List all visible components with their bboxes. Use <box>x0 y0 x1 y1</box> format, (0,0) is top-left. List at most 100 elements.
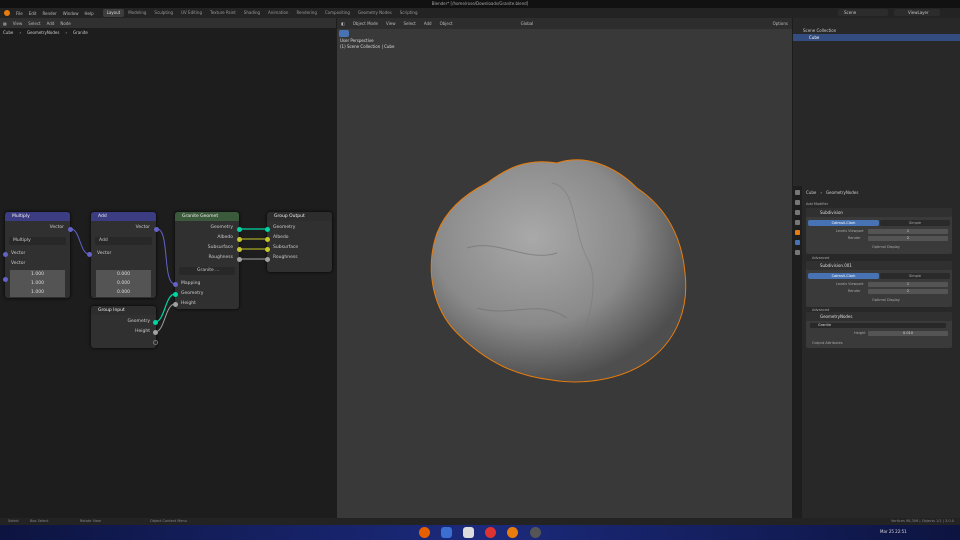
granite-group-node[interactable]: Granite Geomet Geometry Albedo Subsurfac… <box>175 212 239 309</box>
group-output-albedo-socket[interactable] <box>265 237 270 242</box>
outliner-scene-collection[interactable]: Scene Collection <box>793 27 960 34</box>
granite-output-subsurface-label: Subsurface <box>207 245 233 250</box>
multiply-output-label: Vector <box>49 225 64 230</box>
multiply-mode-dropdown[interactable]: Multiply <box>9 237 66 245</box>
object-tab-icon[interactable] <box>795 230 800 235</box>
subdivision-001-modifier-panel: Subdivision.001 Catmull-Clark Simple Lev… <box>806 261 952 307</box>
subdivision-001-simple-tab[interactable]: Simple <box>880 273 950 279</box>
group-output-albedo-label: Albedo <box>273 235 289 240</box>
subdivision-001-render-field[interactable]: 2 <box>868 289 948 294</box>
group-input-geometry-label: Geometry <box>127 319 150 324</box>
granite-rock-mesh[interactable] <box>337 18 792 518</box>
subdivision-001-render-label: Render <box>848 289 861 293</box>
subdivision-levels-label: Levels Viewport <box>836 229 864 233</box>
geometry-nodes-height-field[interactable]: 0.010 <box>868 331 948 336</box>
settings-icon[interactable] <box>530 527 541 538</box>
multiply-input2-socket[interactable] <box>3 277 8 282</box>
granite-input-mapping-label: Mapping <box>181 281 201 286</box>
firefox-icon[interactable] <box>419 527 430 538</box>
subdivision-catmull-clark-tab[interactable]: Catmull-Clark <box>808 220 879 226</box>
granite-output-geometry-label: Geometry <box>210 225 233 230</box>
status-scene-stats: Vertices 98,306 | Objects 1/1 | 3.0.0 <box>890 519 954 523</box>
subdivision-optimal-display-checkbox[interactable]: Optimal Display <box>872 245 900 249</box>
geometry-nodes-height-label: Height <box>854 331 866 335</box>
granite-input-geometry-socket[interactable] <box>173 292 178 297</box>
group-input-empty-socket[interactable] <box>153 340 158 345</box>
scene-selector[interactable]: Scene <box>838 9 888 16</box>
group-output-node[interactable]: Group Output Geometry Albedo Subsurface … <box>267 212 332 272</box>
granite-input-height-socket[interactable] <box>173 302 178 307</box>
geometry-nodes-modifier-header[interactable]: GeometryNodes <box>806 312 952 321</box>
subdivision-001-levels-field[interactable]: 1 <box>868 282 948 287</box>
status-box-select: Box Select <box>30 519 49 523</box>
add-node[interactable]: Add Vector Add Vector 0.000 0.000 0.000 <box>91 212 156 298</box>
granite-output-albedo-socket[interactable] <box>237 237 242 242</box>
geometry-nodes-output-attributes[interactable]: Output Attributes <box>812 341 843 345</box>
modifier-tab-icon[interactable] <box>795 240 800 245</box>
add-modifier-button[interactable]: Add Modifier <box>806 202 828 206</box>
granite-output-roughness-socket[interactable] <box>237 257 242 262</box>
physics-tab-icon[interactable] <box>795 250 800 255</box>
multiply-output-socket[interactable] <box>68 227 73 232</box>
files-icon[interactable] <box>463 527 474 538</box>
status-bar: Select Box Select Rotate View Object Con… <box>0 518 960 525</box>
subdivision-001-optimal-display-checkbox[interactable]: Optimal Display <box>872 298 900 302</box>
add-output-label: Vector <box>135 225 150 230</box>
subdivision-simple-tab[interactable]: Simple <box>880 220 950 226</box>
granite-output-geometry-socket[interactable] <box>237 227 242 232</box>
section-advanced-1[interactable]: Advanced <box>812 256 829 260</box>
add-value-x[interactable]: 0.000 <box>96 270 151 279</box>
group-output-roughness-socket[interactable] <box>265 257 270 262</box>
subdivision-001-catmull-clark-tab[interactable]: Catmull-Clark <box>808 273 879 279</box>
granite-group-selector[interactable]: Granite ... <box>179 267 235 275</box>
granite-input-height-label: Height <box>181 301 196 306</box>
properties-breadcrumb: Cube › GeometryNodes <box>806 190 858 195</box>
subdivision-001-modifier-header[interactable]: Subdivision.001 <box>806 261 952 270</box>
group-input-geometry-socket[interactable] <box>153 320 158 325</box>
multiply-node[interactable]: Multiply Vector Multiply Vector Vector 1… <box>5 212 70 298</box>
granite-input-geometry-label: Geometry <box>181 291 204 296</box>
add-value-z[interactable]: 0.000 <box>96 288 151 297</box>
outliner-row-cube[interactable]: Cube <box>793 34 960 41</box>
status-context-menu: Object Context Menu <box>150 519 187 523</box>
group-output-geometry-socket[interactable] <box>265 227 270 232</box>
granite-input-mapping-socket[interactable] <box>173 282 178 287</box>
geometry-nodes-modifier-panel: GeometryNodes Granite Height 0.010 Outpu… <box>806 312 952 348</box>
text-editor-icon[interactable] <box>441 527 452 538</box>
color-app-icon[interactable] <box>485 527 496 538</box>
scene-tab-icon[interactable] <box>795 220 800 225</box>
workspace-tab-geometry-nodes[interactable]: Geometry Nodes <box>354 9 396 17</box>
add-mode-dropdown[interactable]: Add <box>95 237 152 245</box>
group-output-roughness-label: Roughness <box>273 255 298 260</box>
status-select: Select <box>8 519 19 523</box>
add-node-title: Add <box>91 212 156 221</box>
multiply-value-y[interactable]: 1.000 <box>10 279 65 288</box>
granite-output-roughness-label: Roughness <box>208 255 233 260</box>
multiply-value-z[interactable]: 1.000 <box>10 288 65 297</box>
multiply-input1-label: Vector <box>11 251 26 256</box>
group-output-subsurface-socket[interactable] <box>265 247 270 252</box>
multiply-input1-socket[interactable] <box>3 252 8 257</box>
subdivision-render-label: Render <box>848 236 861 240</box>
taskbar-clock: Mar 25 22:51 <box>880 529 907 534</box>
properties-breadcrumb-object: Cube <box>806 190 817 195</box>
subdivision-levels-field[interactable]: 1 <box>868 229 948 234</box>
workspace-tab-scripting[interactable]: Scripting <box>396 9 422 17</box>
render-tab-icon[interactable] <box>795 200 800 205</box>
add-input1-socket[interactable] <box>87 252 92 257</box>
subdivision-render-field[interactable]: 2 <box>868 236 948 241</box>
blender-taskbar-icon[interactable] <box>507 527 518 538</box>
granite-output-albedo-label: Albedo <box>217 235 233 240</box>
geometry-nodes-group-selector[interactable]: Granite <box>810 323 946 328</box>
output-tab-icon[interactable] <box>795 210 800 215</box>
add-value-y[interactable]: 0.000 <box>96 279 151 288</box>
view-layer-selector[interactable]: ViewLayer <box>894 9 940 16</box>
group-input-node[interactable]: Group Input Geometry Height <box>91 306 156 348</box>
multiply-value-x[interactable]: 1.000 <box>10 270 65 279</box>
granite-output-subsurface-socket[interactable] <box>237 247 242 252</box>
add-input1-label: Vector <box>97 251 112 256</box>
tool-tab-icon[interactable] <box>795 190 800 195</box>
add-output-socket[interactable] <box>154 227 159 232</box>
group-input-height-socket[interactable] <box>153 330 158 335</box>
subdivision-modifier-header[interactable]: Subdivision <box>806 208 952 217</box>
